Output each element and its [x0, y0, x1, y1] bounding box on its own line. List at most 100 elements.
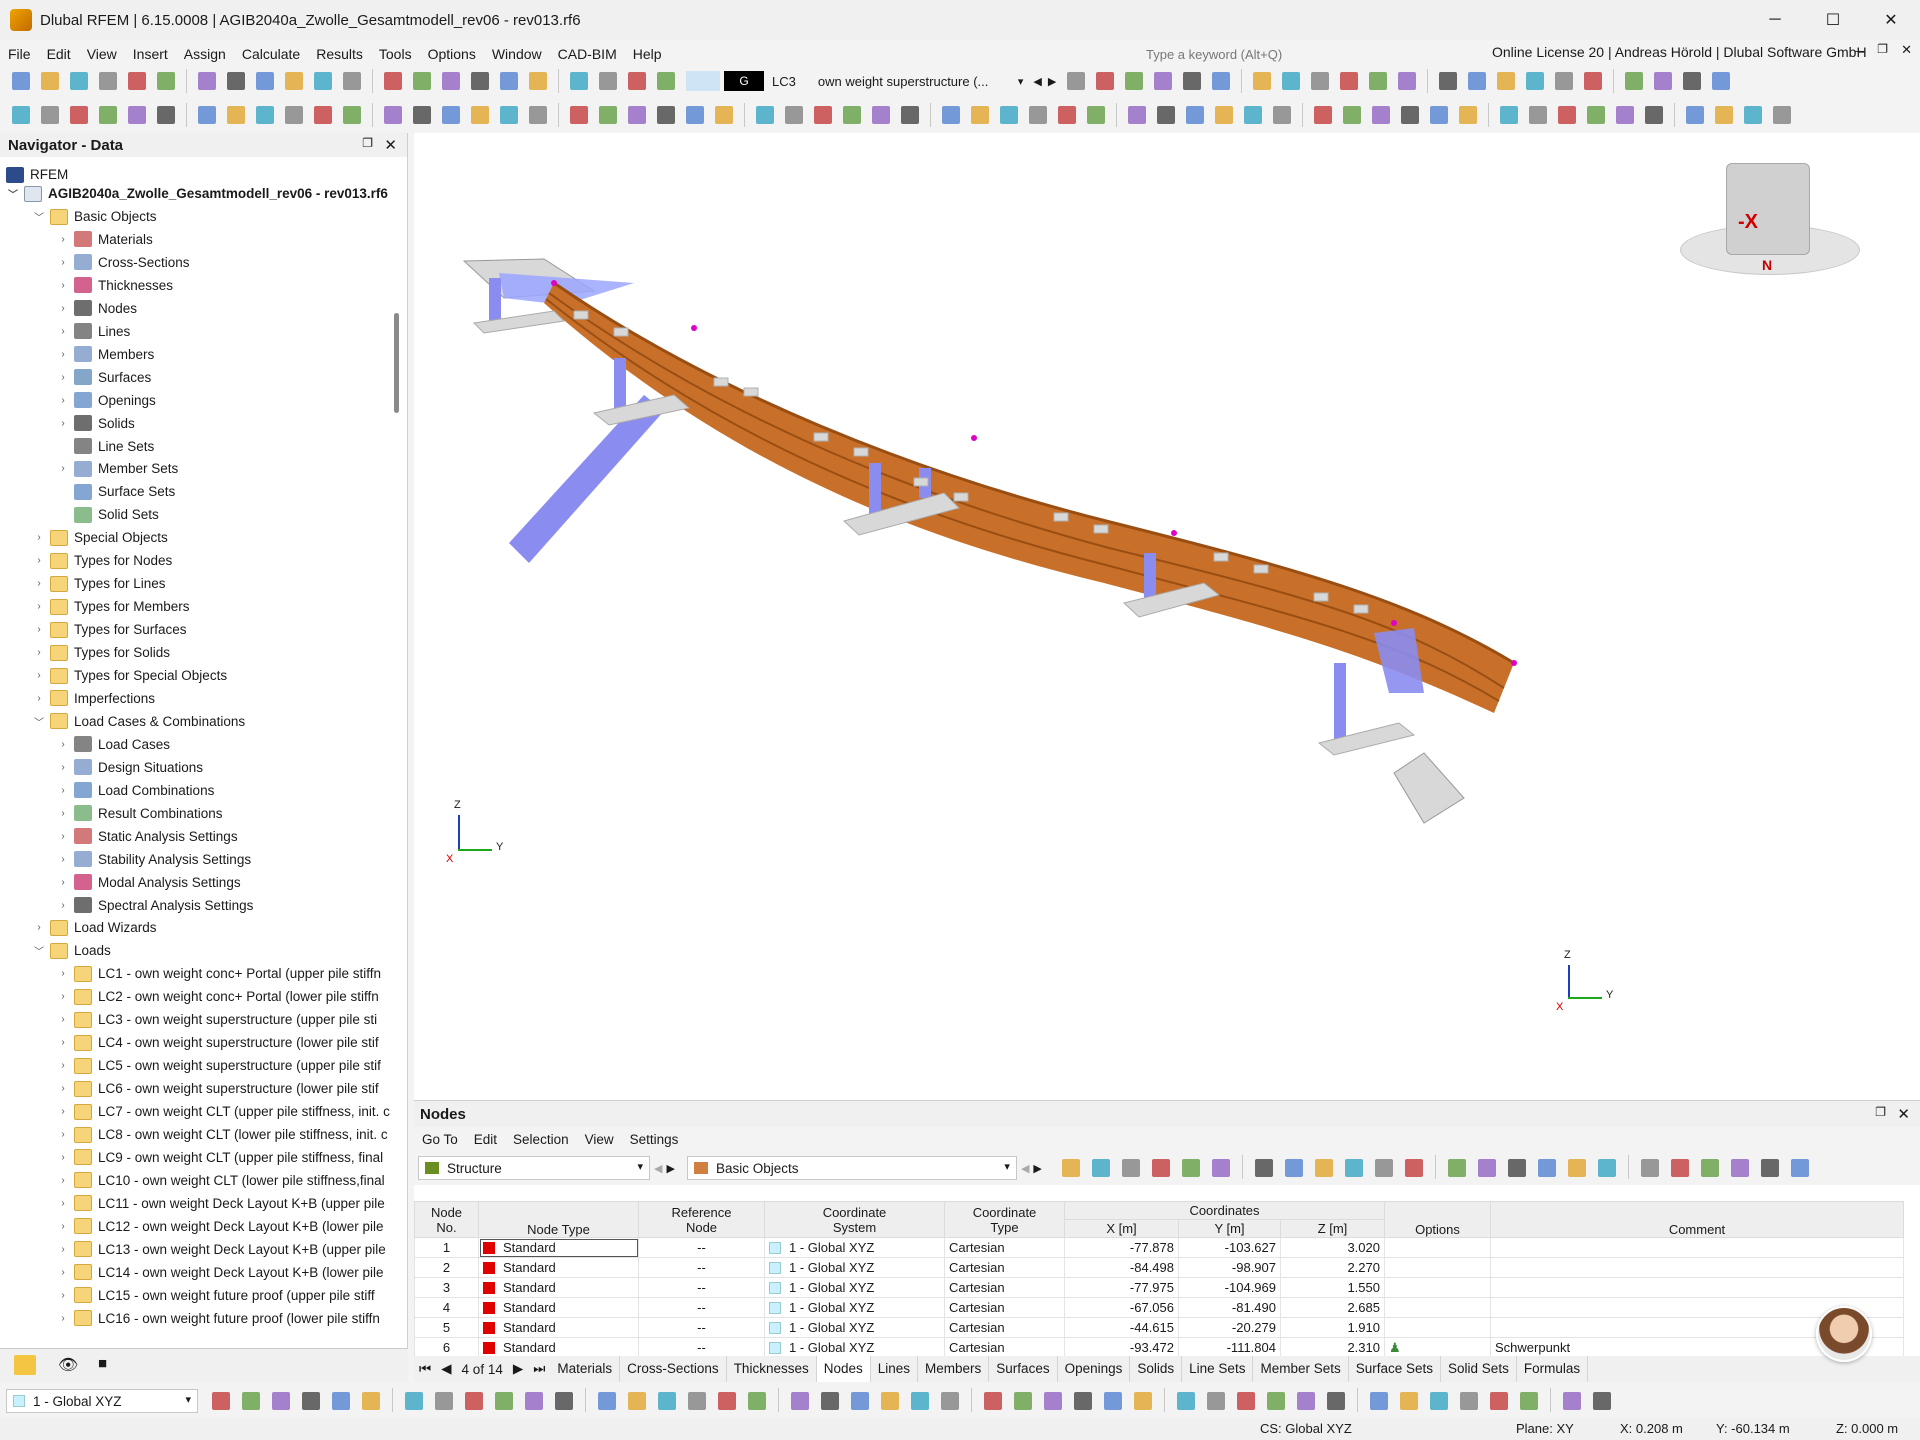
- prev-load-case-icon[interactable]: ◀: [1033, 75, 1041, 88]
- display-tool-2-icon[interactable]: [1092, 68, 1118, 94]
- chevron-right-icon[interactable]: ›: [56, 762, 70, 773]
- tab-materials[interactable]: Materials: [550, 1356, 621, 1382]
- tree-item[interactable]: › LC7 - own weight CLT (upper pile stiffn…: [56, 1100, 392, 1123]
- snap-tool-20-icon[interactable]: [817, 1388, 843, 1414]
- edit-tool-23-icon[interactable]: [682, 102, 708, 128]
- snap-tool-23-icon[interactable]: [907, 1388, 933, 1414]
- menu-goto[interactable]: Go To: [414, 1132, 466, 1147]
- snap-tool-39-icon[interactable]: [1426, 1388, 1452, 1414]
- col-comment[interactable]: Comment: [1490, 1201, 1904, 1238]
- chevron-right-icon[interactable]: ›: [56, 1175, 70, 1186]
- main-tool-22-icon[interactable]: [653, 68, 679, 94]
- col-coordinate-system[interactable]: Coordinate System: [764, 1201, 945, 1238]
- snap-tool-26-icon[interactable]: [1010, 1388, 1036, 1414]
- chevron-right-icon[interactable]: ›: [56, 1267, 70, 1278]
- model-viewport[interactable]: -X N Z Y X Z Y X: [414, 133, 1920, 1100]
- main-tool-11-icon[interactable]: [310, 68, 336, 94]
- edit-tool-35-icon[interactable]: [1054, 102, 1080, 128]
- data-tab-icon[interactable]: [14, 1355, 36, 1375]
- edit-tool-5-icon[interactable]: [124, 102, 150, 128]
- tree-item[interactable]: › Types for Surfaces: [32, 618, 392, 641]
- snap-tool-7-icon[interactable]: [401, 1388, 427, 1414]
- snap-tool-33-icon[interactable]: [1233, 1388, 1259, 1414]
- table-row[interactable]: 6 Standard -- 1 - Global XYZ Cartesian -93.47…: [414, 1337, 1904, 1358]
- table-tool-21-icon[interactable]: [1697, 1155, 1723, 1181]
- menu-view[interactable]: View: [79, 46, 125, 62]
- col-node-no[interactable]: Node No.: [414, 1201, 479, 1238]
- snap-tool-44-icon[interactable]: [1589, 1388, 1615, 1414]
- tab-thicknesses[interactable]: Thicknesses: [727, 1356, 817, 1382]
- main-tool-21-icon[interactable]: [624, 68, 650, 94]
- menu-cad-bim[interactable]: CAD-BIM: [550, 46, 625, 62]
- tab-solids[interactable]: Solids: [1130, 1356, 1183, 1382]
- col-coordinate-type[interactable]: Coordinate Type: [944, 1201, 1065, 1238]
- tree-item[interactable]: › LC6 - own weight superstructure (lower …: [56, 1077, 392, 1100]
- snap-tool-1-icon[interactable]: [208, 1388, 234, 1414]
- cell-y[interactable]: -98.907: [1178, 1257, 1281, 1278]
- chevron-right-icon[interactable]: ›: [56, 877, 70, 888]
- table-tool-17-icon[interactable]: [1564, 1155, 1590, 1181]
- edit-tool-11-icon[interactable]: [310, 102, 336, 128]
- menu-tools[interactable]: Tools: [371, 46, 420, 62]
- cell-node-type[interactable]: Standard: [478, 1297, 639, 1318]
- display-tool-5-icon[interactable]: [1179, 68, 1205, 94]
- cell-coordinate-type[interactable]: Cartesian: [944, 1297, 1065, 1318]
- col-reference-node[interactable]: Reference Node: [638, 1201, 765, 1238]
- chevron-down-icon[interactable]: ﹀: [32, 943, 46, 958]
- display-tool-20-icon[interactable]: [1650, 68, 1676, 94]
- main-tool-14-icon[interactable]: [409, 68, 435, 94]
- cell-node-type[interactable]: Standard: [478, 1237, 639, 1258]
- menu-window[interactable]: Window: [484, 46, 550, 62]
- cell-coordinate-type[interactable]: Cartesian: [944, 1257, 1065, 1278]
- prev-icon[interactable]: ◀: [1021, 1162, 1029, 1175]
- display-tool-4-icon[interactable]: [1150, 68, 1176, 94]
- view-cube[interactable]: -X N: [1680, 155, 1860, 275]
- edit-tool-41-icon[interactable]: [1240, 102, 1266, 128]
- panel-close-icon[interactable]: ✕: [1897, 1105, 1910, 1123]
- tab-members[interactable]: Members: [918, 1356, 990, 1382]
- snap-tool-11-icon[interactable]: [521, 1388, 547, 1414]
- snap-tool-34-icon[interactable]: [1263, 1388, 1289, 1414]
- cell-options[interactable]: [1384, 1257, 1491, 1278]
- snap-tool-32-icon[interactable]: [1203, 1388, 1229, 1414]
- menu-insert[interactable]: Insert: [125, 46, 176, 62]
- next-load-case-icon[interactable]: ▶: [1048, 75, 1056, 88]
- display-tool-16-icon[interactable]: [1522, 68, 1548, 94]
- edit-tool-30-icon[interactable]: [897, 102, 923, 128]
- table-tool-7-icon[interactable]: [1251, 1155, 1277, 1181]
- snap-tool-36-icon[interactable]: [1323, 1388, 1349, 1414]
- panel-float-icon[interactable]: ❐: [1875, 1105, 1886, 1119]
- tree-item[interactable]: › LC14 - own weight Deck Layout K+B (lowe…: [56, 1261, 392, 1284]
- chevron-right-icon[interactable]: ›: [56, 785, 70, 796]
- table-row[interactable]: 1 Standard -- 1 - Global XYZ Cartesian -77.87…: [414, 1237, 1904, 1258]
- tree-item[interactable]: › Openings: [56, 389, 392, 412]
- close-button[interactable]: ✕: [1862, 0, 1920, 40]
- table-tool-8-icon[interactable]: [1281, 1155, 1307, 1181]
- snap-tool-41-icon[interactable]: [1486, 1388, 1512, 1414]
- chevron-right-icon[interactable]: ›: [56, 1083, 70, 1094]
- tree-item[interactable]: › Nodes: [56, 297, 392, 320]
- tree-item[interactable]: › LC13 - own weight Deck Layout K+B (uppe…: [56, 1238, 392, 1261]
- edit-tool-55-icon[interactable]: [1682, 102, 1708, 128]
- edit-tool-22-icon[interactable]: [653, 102, 679, 128]
- table-row[interactable]: 2 Standard -- 1 - Global XYZ Cartesian -84.49…: [414, 1257, 1904, 1278]
- ribbon-close-icon[interactable]: ✕: [1901, 42, 1912, 58]
- chevron-down-icon[interactable]: ﹀: [32, 714, 46, 729]
- chevron-right-icon[interactable]: ›: [56, 1244, 70, 1255]
- edit-tool-42-icon[interactable]: [1269, 102, 1295, 128]
- tree-item[interactable]: ﹀ Basic Objects: [32, 205, 392, 228]
- snap-tool-16-icon[interactable]: [684, 1388, 710, 1414]
- snap-tool-40-icon[interactable]: [1456, 1388, 1482, 1414]
- chevron-right-icon[interactable]: ›: [32, 693, 46, 704]
- ribbon-restore-icon[interactable]: ❐: [1877, 42, 1888, 56]
- cell-coordinate-type[interactable]: Cartesian: [944, 1317, 1065, 1338]
- navigator-scrollbar[interactable]: [394, 313, 399, 413]
- table-tool-5-icon[interactable]: [1178, 1155, 1204, 1181]
- edit-tool-45-icon[interactable]: [1368, 102, 1394, 128]
- snap-tool-38-icon[interactable]: [1396, 1388, 1422, 1414]
- tree-item[interactable]: › Load Wizards: [32, 916, 392, 939]
- tree-item[interactable]: › LC12 - own weight Deck Layout K+B (lowe…: [56, 1215, 392, 1238]
- cell-x[interactable]: -93.472: [1064, 1337, 1179, 1358]
- chevron-right-icon[interactable]: ›: [32, 578, 46, 589]
- keyword-search-input[interactable]: Type a keyword (Alt+Q): [1130, 42, 1456, 66]
